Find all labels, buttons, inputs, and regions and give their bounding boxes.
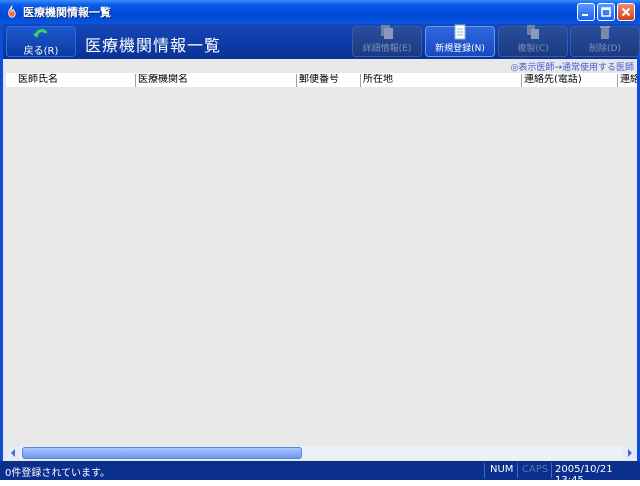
status-divider [517,463,518,478]
scroll-track[interactable] [20,446,623,460]
details-button[interactable]: 詳細情報(E) [352,24,422,57]
new-document-icon [452,24,468,40]
column-header-phone[interactable]: 連絡先(電話) [522,74,618,87]
caps-lock-indicator: CAPS [522,464,549,475]
num-lock-indicator: NUM [490,464,514,475]
status-divider [484,463,485,478]
chevron-left-icon [11,449,15,457]
app-window: 医療機関情報一覧 戻る(R) 医療機関情報一覧 詳細情報(E) 新規登録(N) … [0,0,640,486]
app-icon[interactable] [5,5,19,19]
back-button[interactable]: 戻る(R) [6,26,76,57]
new-register-button[interactable]: 新規登録(N) [425,24,495,57]
delete-button-label: 削除(D) [589,44,621,54]
chevron-right-icon [628,449,632,457]
scroll-thumb[interactable] [22,447,302,459]
close-button[interactable] [617,3,635,21]
legend-note: ◎表示医師→通常使用する医師 [510,63,634,73]
delete-button[interactable]: 削除(D) [570,26,640,57]
column-header-contact[interactable]: 連絡 [618,74,637,87]
back-button-label: 戻る(R) [23,45,59,57]
column-header-address[interactable]: 所在地 [361,74,522,87]
copy-button[interactable]: 複製(C) [498,24,568,57]
page-title: 医療機関情報一覧 [85,36,222,55]
column-header-institution-name[interactable]: 医療機関名 [136,74,297,87]
table-body[interactable] [6,87,637,445]
status-datetime: 2005/10/21 13:45 [555,464,613,486]
minimize-button[interactable] [577,3,595,21]
status-message: 0件登録されています。 [5,468,111,479]
maximize-button[interactable] [597,3,615,21]
scroll-left-button[interactable] [6,446,20,460]
toolbar: 戻る(R) 医療機関情報一覧 詳細情報(E) 新規登録(N) 複製(C) 削除(… [3,24,640,59]
details-button-label: 詳細情報(E) [362,44,412,54]
copy-icon [525,24,541,40]
scroll-right-button[interactable] [623,446,637,460]
window-title: 医療機関情報一覧 [23,6,111,19]
column-header-postal-code[interactable]: 郵便番号 [297,74,361,87]
document-stack-icon [379,24,395,40]
horizontal-scrollbar[interactable] [6,446,637,460]
copy-button-label: 複製(C) [517,44,549,54]
new-register-button-label: 新規登録(N) [435,44,485,54]
trash-icon [597,24,613,40]
status-divider [551,463,552,478]
column-header-doctor-name[interactable]: 医師氏名 [6,74,136,87]
table-header: 医師氏名 医療機関名 郵便番号 所在地 連絡先(電話) 連絡 [6,73,637,88]
status-bar: 0件登録されています。 NUM CAPS 2005/10/21 13:45 [0,461,640,486]
title-bar[interactable]: 医療機関情報一覧 [0,0,640,24]
back-arrow-icon [33,27,49,42]
